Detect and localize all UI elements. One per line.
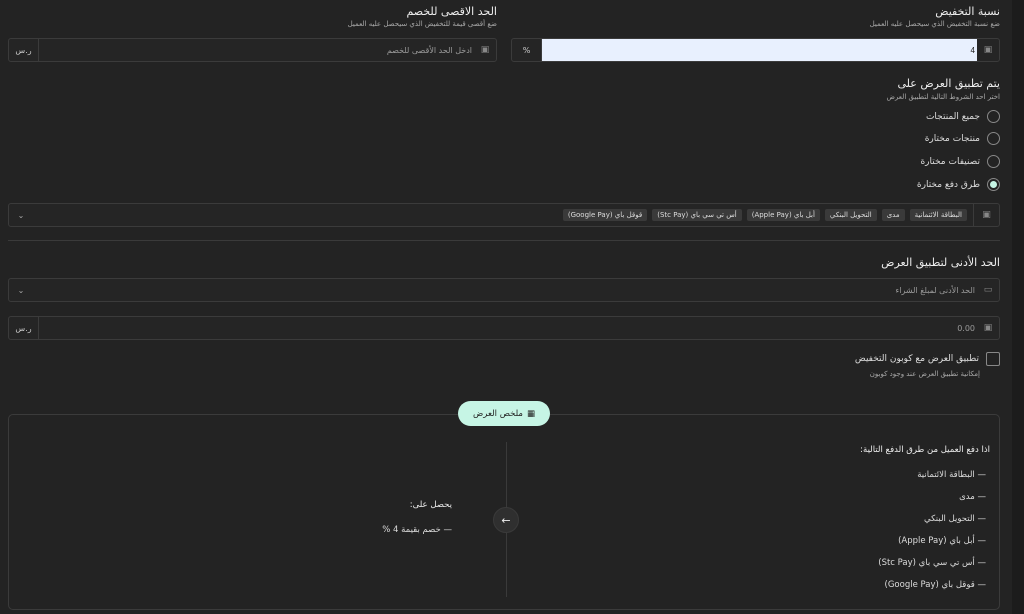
payment-methods-select[interactable]: ▣ البطاقة الائتمانية مدى التحويل البنكي … — [8, 203, 1000, 227]
summary-badge-label: ملخص العرض — [472, 408, 523, 419]
summary-method: — مدى — [959, 492, 986, 502]
radio-label: منتجات مختارة — [924, 133, 980, 144]
apply-on-subtitle: اختر احد الشروط التالية لتطبيق العرض — [886, 93, 1000, 101]
payment-tag[interactable]: قوقل باي (Google Pay) — [562, 209, 648, 221]
apply-on-title: يتم تطبيق العرض على — [897, 77, 1000, 90]
min-apply-title: الحد الأدنى لتطبيق العرض — [881, 256, 1000, 269]
coupon-label: تطبيق العرض مع كوبون التخفيض — [854, 354, 979, 364]
payment-tag[interactable]: البطاقة الائتمانية — [909, 209, 967, 221]
min-apply-select-value: الحد الأدنى لمبلغ الشراء — [895, 285, 975, 295]
max-discount-field[interactable]: ▣ ادخل الحد الأقصى للخصم ر.س — [8, 38, 497, 62]
chevron-down-icon[interactable]: ⌄ — [9, 211, 33, 220]
radio-selected-categories[interactable]: تصنيفات مختارة — [920, 155, 1000, 168]
min-amount-field[interactable]: ▣ 0.00 ر.س — [8, 316, 1000, 340]
scrollbar[interactable] — [1012, 0, 1024, 614]
radio-label: تصنيفات مختارة — [920, 156, 980, 167]
card-icon: ▣ — [973, 204, 999, 226]
summary-method: — أس تي سي باي (Stc Pay) — [878, 558, 986, 568]
payment-tag[interactable]: أس تي سي باي (Stc Pay) — [652, 209, 742, 221]
box-icon: ▭ — [983, 285, 993, 295]
summary-method: — قوقل باي (Google Pay) — [884, 580, 987, 590]
summary-method: — أبل باي (Apple Pay) — [898, 536, 986, 546]
max-discount-title: الحد الاقصى للخصم — [406, 5, 497, 18]
table-icon: ▦ — [526, 408, 536, 419]
chevron-down-icon[interactable]: ⌄ — [9, 286, 33, 295]
currency-addon: ر.س — [9, 39, 39, 61]
summary-condition-title: اذا دفع العميل من طرق الدفع التالية: — [860, 445, 990, 455]
payment-tag[interactable]: أبل باي (Apple Pay) — [746, 209, 820, 221]
coupon-checkbox-row[interactable]: تطبيق العرض مع كوبون التخفيض — [855, 352, 1000, 366]
summary-badge: ▦ ملخص العرض — [458, 401, 550, 426]
radio-all-products[interactable]: جميع المنتجات — [926, 110, 1000, 123]
summary-method: — البطاقة الائتمانية — [917, 470, 986, 480]
money-icon: ▣ — [480, 45, 490, 55]
discount-rate-title: نسبة التخفيض — [935, 5, 1000, 18]
discount-rate-field: ▣ % — [511, 38, 1000, 62]
currency-addon: ر.س — [9, 317, 39, 339]
summary-result-item: — خصم بقيمة 4 % — [382, 525, 452, 535]
discount-rate-input[interactable] — [542, 39, 977, 61]
summary-result-title: يحصل على: — [409, 500, 452, 510]
arrow-left-icon: ← — [493, 507, 519, 533]
coupon-checkbox[interactable] — [986, 352, 1000, 366]
radio-selected-products[interactable]: منتجات مختارة — [925, 132, 1000, 145]
min-amount-value[interactable]: 0.00 — [39, 324, 977, 333]
max-discount-subtitle: ضع أقصى قيمة للتخفيض الذي سيحصل عليه الع… — [347, 20, 497, 28]
min-apply-select[interactable]: ▭ الحد الأدنى لمبلغ الشراء ⌄ — [8, 278, 1000, 302]
summary-method: — التحويل البنكي — [924, 514, 986, 524]
payment-tag[interactable]: مدى — [881, 209, 905, 221]
divider — [8, 240, 1000, 241]
percent-addon: % — [512, 39, 542, 61]
radio-selected-payment-methods[interactable]: طرق دفع مختارة — [917, 178, 1000, 191]
money-icon: ▣ — [983, 323, 993, 333]
max-discount-placeholder[interactable]: ادخل الحد الأقصى للخصم — [39, 46, 474, 55]
money-icon: ▣ — [983, 45, 993, 55]
radio-label: طرق دفع مختارة — [916, 179, 980, 190]
coupon-subtitle: إمكانية تطبيق العرض عند وجود كوبون — [869, 370, 980, 378]
payment-tag[interactable]: التحويل البنكي — [824, 209, 877, 221]
radio-label: جميع المنتجات — [925, 111, 980, 122]
discount-rate-subtitle: ضع نسبة التخفيض الذي سيحصل عليه العميل — [869, 20, 1000, 28]
